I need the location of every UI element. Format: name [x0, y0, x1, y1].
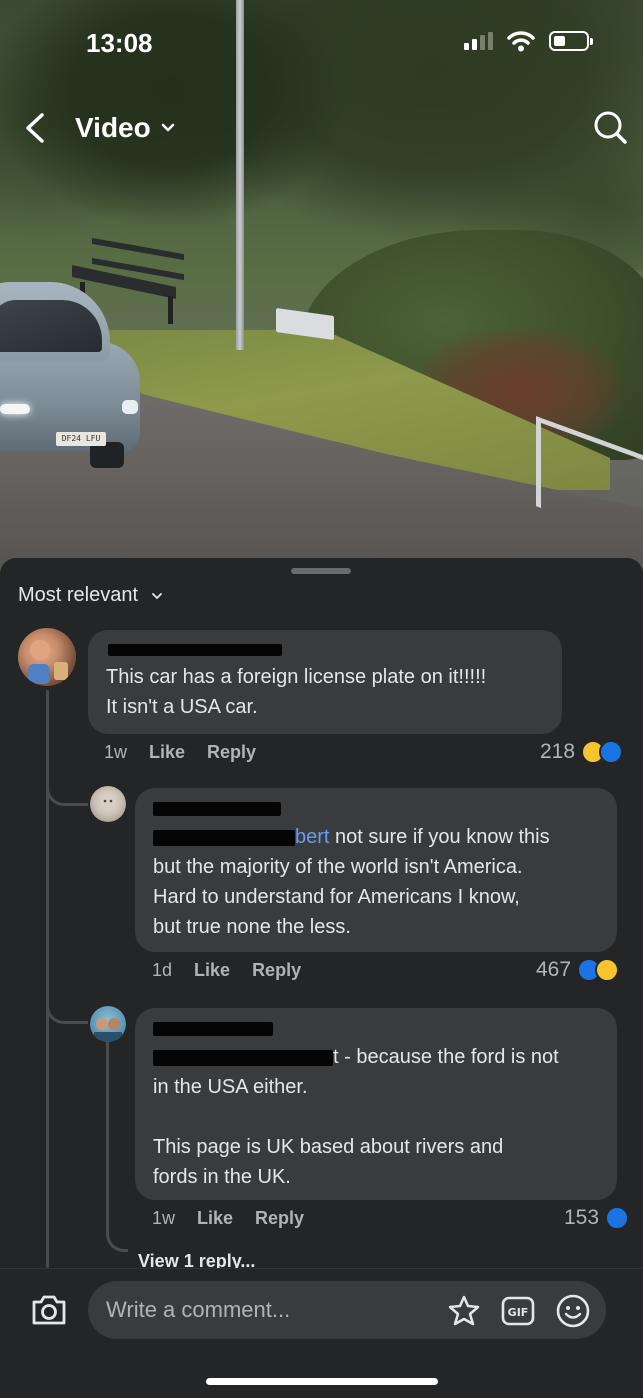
redacted-mention: [153, 1049, 333, 1066]
status-bar: 13:08: [0, 0, 643, 84]
search-icon[interactable]: [591, 108, 629, 146]
comment-bubble: bert not sure if you know this but the m…: [135, 788, 617, 952]
video-title-dropdown[interactable]: Video: [75, 112, 175, 144]
thread-line: [106, 1040, 109, 1224]
sheet-grabber[interactable]: [291, 568, 351, 574]
like-reaction-icon: [605, 1206, 630, 1230]
reply-connector: [46, 988, 88, 1024]
comment-age: 1w: [152, 1208, 176, 1228]
haha-reaction-icon: [595, 958, 620, 982]
like-button[interactable]: Like: [197, 1208, 233, 1229]
emoji-icon[interactable]: [555, 1293, 591, 1329]
redacted-mention: [153, 829, 295, 846]
video-header: Video: [0, 100, 643, 156]
cellular-signal-icon: [464, 32, 493, 50]
comment-text-line: in the USA either.: [153, 1076, 308, 1098]
home-indicator[interactable]: [206, 1378, 438, 1385]
reply-button[interactable]: Reply: [255, 1208, 304, 1229]
comment-actions: 1d Like Reply: [152, 960, 301, 981]
comment-text-line: but the majority of the world isn't Amer…: [153, 856, 523, 878]
reply-connector: [46, 770, 88, 806]
like-button[interactable]: Like: [149, 742, 185, 763]
comment-text-line: not sure if you know this: [329, 826, 550, 848]
comment-actions: 1w Like Reply: [104, 742, 256, 763]
comment-text-line: This page is UK based about rivers and: [153, 1136, 504, 1158]
avatar[interactable]: [90, 786, 126, 822]
like-button[interactable]: Like: [194, 960, 230, 981]
comment-bubble: t - because the ford is not in the USA e…: [135, 1008, 617, 1200]
sticker-icon[interactable]: [446, 1293, 482, 1329]
reaction-count: 467: [536, 958, 572, 981]
wifi-icon: [507, 31, 535, 52]
sort-dropdown[interactable]: Most relevant: [18, 584, 162, 607]
reaction-summary[interactable]: 218: [540, 740, 624, 764]
comment-text-line: fords in the UK.: [153, 1166, 291, 1188]
comment-text-line: - because the ford is not: [338, 1046, 559, 1068]
license-plate: DF24 LFU: [56, 432, 106, 446]
redacted-author-name: [153, 1022, 273, 1036]
reply-button[interactable]: Reply: [207, 742, 256, 763]
redacted-author-name: [153, 802, 281, 816]
like-reaction-icon: [599, 740, 624, 764]
sort-label: Most relevant: [18, 584, 139, 606]
svg-text:GIF: GIF: [508, 1306, 529, 1319]
reaction-count: 153: [564, 1206, 600, 1229]
reaction-count: 218: [540, 740, 576, 763]
comment-text-line: This car has a foreign license plate on …: [106, 666, 487, 688]
reaction-summary[interactable]: 467: [536, 958, 620, 982]
redacted-author-name: [108, 644, 282, 656]
chevron-down-icon: [152, 592, 162, 599]
video-car: DF24 LFU: [0, 282, 142, 468]
avatar[interactable]: [18, 628, 76, 686]
comment-age: 1w: [104, 742, 128, 762]
comment-age: 1d: [152, 960, 173, 980]
page-title: Video: [75, 112, 151, 143]
comment-text-line: Hard to understand for Americans I know,: [153, 886, 520, 908]
comment-text-line: but true none the less.: [153, 916, 351, 938]
mention-link[interactable]: bert: [295, 826, 329, 848]
camera-icon[interactable]: [30, 1293, 68, 1327]
battery-icon: [549, 31, 593, 51]
status-time: 13:08: [86, 28, 153, 58]
reply-connector: [106, 1222, 128, 1252]
video-player[interactable]: DF24 LFU: [0, 0, 643, 580]
comment-text-line: It isn't a USA car.: [106, 696, 258, 718]
avatar[interactable]: [90, 1006, 126, 1042]
reply-button[interactable]: Reply: [252, 960, 301, 981]
back-arrow-icon[interactable]: [20, 110, 52, 146]
gif-icon[interactable]: GIF: [500, 1293, 536, 1329]
chevron-down-icon: [161, 123, 174, 132]
comment-bubble: This car has a foreign license plate on …: [88, 630, 562, 734]
reaction-summary[interactable]: 153: [564, 1206, 630, 1230]
comment-actions: 1w Like Reply: [152, 1208, 304, 1229]
